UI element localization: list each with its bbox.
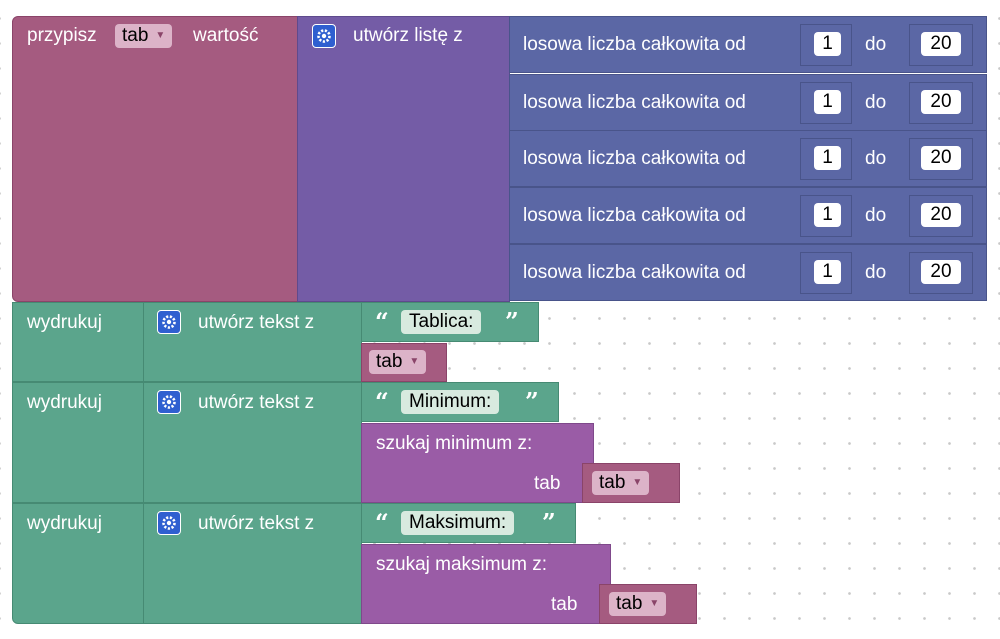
create-list-label: utwórz listę z [353, 25, 463, 46]
dropdown-value: tab [376, 351, 403, 373]
triangle-down-icon: ▼ [409, 356, 420, 367]
quote-close-icon: ” [542, 508, 556, 537]
create-text-label: utwórz tekst z [198, 312, 315, 333]
random-int-label: losowa liczba całkowita od [523, 34, 746, 55]
number-field-from[interactable]: 1 [814, 146, 841, 170]
dropdown-value: tab [122, 25, 149, 47]
dropdown-value: tab [616, 593, 643, 615]
quote-open-icon: “ [375, 508, 389, 537]
quote-open-icon: “ [375, 387, 389, 416]
assign-block[interactable] [12, 16, 299, 302]
print-keyword: wydrukuj [27, 312, 102, 333]
triangle-down-icon: ▼ [649, 598, 660, 609]
number-field-to[interactable]: 20 [921, 260, 961, 284]
assign-keyword: przypisz [27, 25, 97, 46]
number-field-to[interactable]: 20 [921, 203, 961, 227]
number-field-from[interactable]: 1 [814, 203, 841, 227]
random-int-to-label: do [865, 205, 887, 226]
variable-dropdown[interactable]: tab ▼ [609, 592, 667, 616]
gear-icon[interactable] [157, 310, 181, 334]
number-field-from[interactable]: 1 [814, 90, 841, 114]
variable-dropdown[interactable]: tab ▼ [592, 471, 650, 495]
variable-dropdown[interactable]: tab ▼ [369, 350, 427, 374]
number-field-from[interactable]: 1 [814, 260, 841, 284]
assign-suffix: wartość [193, 25, 259, 46]
random-int-label: losowa liczba całkowita od [523, 262, 746, 283]
text-field[interactable]: Maksimum: [401, 511, 515, 535]
number-field-to[interactable]: 20 [921, 90, 961, 114]
random-int-label: losowa liczba całkowita od [523, 148, 746, 169]
function-label: szukaj minimum z: [376, 433, 533, 454]
random-int-label: losowa liczba całkowita od [523, 205, 746, 226]
number-field-from[interactable]: 1 [814, 32, 841, 56]
print-keyword: wydrukuj [27, 392, 102, 413]
random-int-to-label: do [865, 148, 887, 169]
quote-close-icon: ” [525, 387, 539, 416]
print-keyword: wydrukuj [27, 513, 102, 534]
text-field[interactable]: Minimum: [401, 390, 500, 414]
function-label: szukaj maksimum z: [376, 554, 548, 575]
dropdown-value: tab [599, 472, 626, 494]
gear-icon[interactable] [157, 511, 181, 535]
number-field-to[interactable]: 20 [921, 146, 961, 170]
random-int-to-label: do [865, 262, 887, 283]
gear-icon[interactable] [157, 390, 181, 414]
gear-icon[interactable] [312, 24, 336, 48]
triangle-down-icon: ▼ [155, 30, 166, 41]
function-arg-label: tab [534, 473, 561, 494]
random-int-label: losowa liczba całkowita od [523, 92, 746, 113]
create-text-label: utwórz tekst z [198, 513, 315, 534]
number-field-to[interactable]: 20 [921, 32, 961, 56]
variable-dropdown-assign[interactable]: tab ▼ [115, 24, 173, 48]
quote-close-icon: ” [505, 307, 519, 336]
random-int-to-label: do [865, 34, 887, 55]
create-list-block[interactable] [297, 16, 510, 302]
create-text-label: utwórz tekst z [198, 392, 315, 413]
text-field[interactable]: Tablica: [401, 310, 482, 334]
triangle-down-icon: ▼ [632, 477, 643, 488]
function-arg-label: tab [551, 594, 578, 615]
random-int-to-label: do [865, 92, 887, 113]
quote-open-icon: “ [375, 307, 389, 336]
